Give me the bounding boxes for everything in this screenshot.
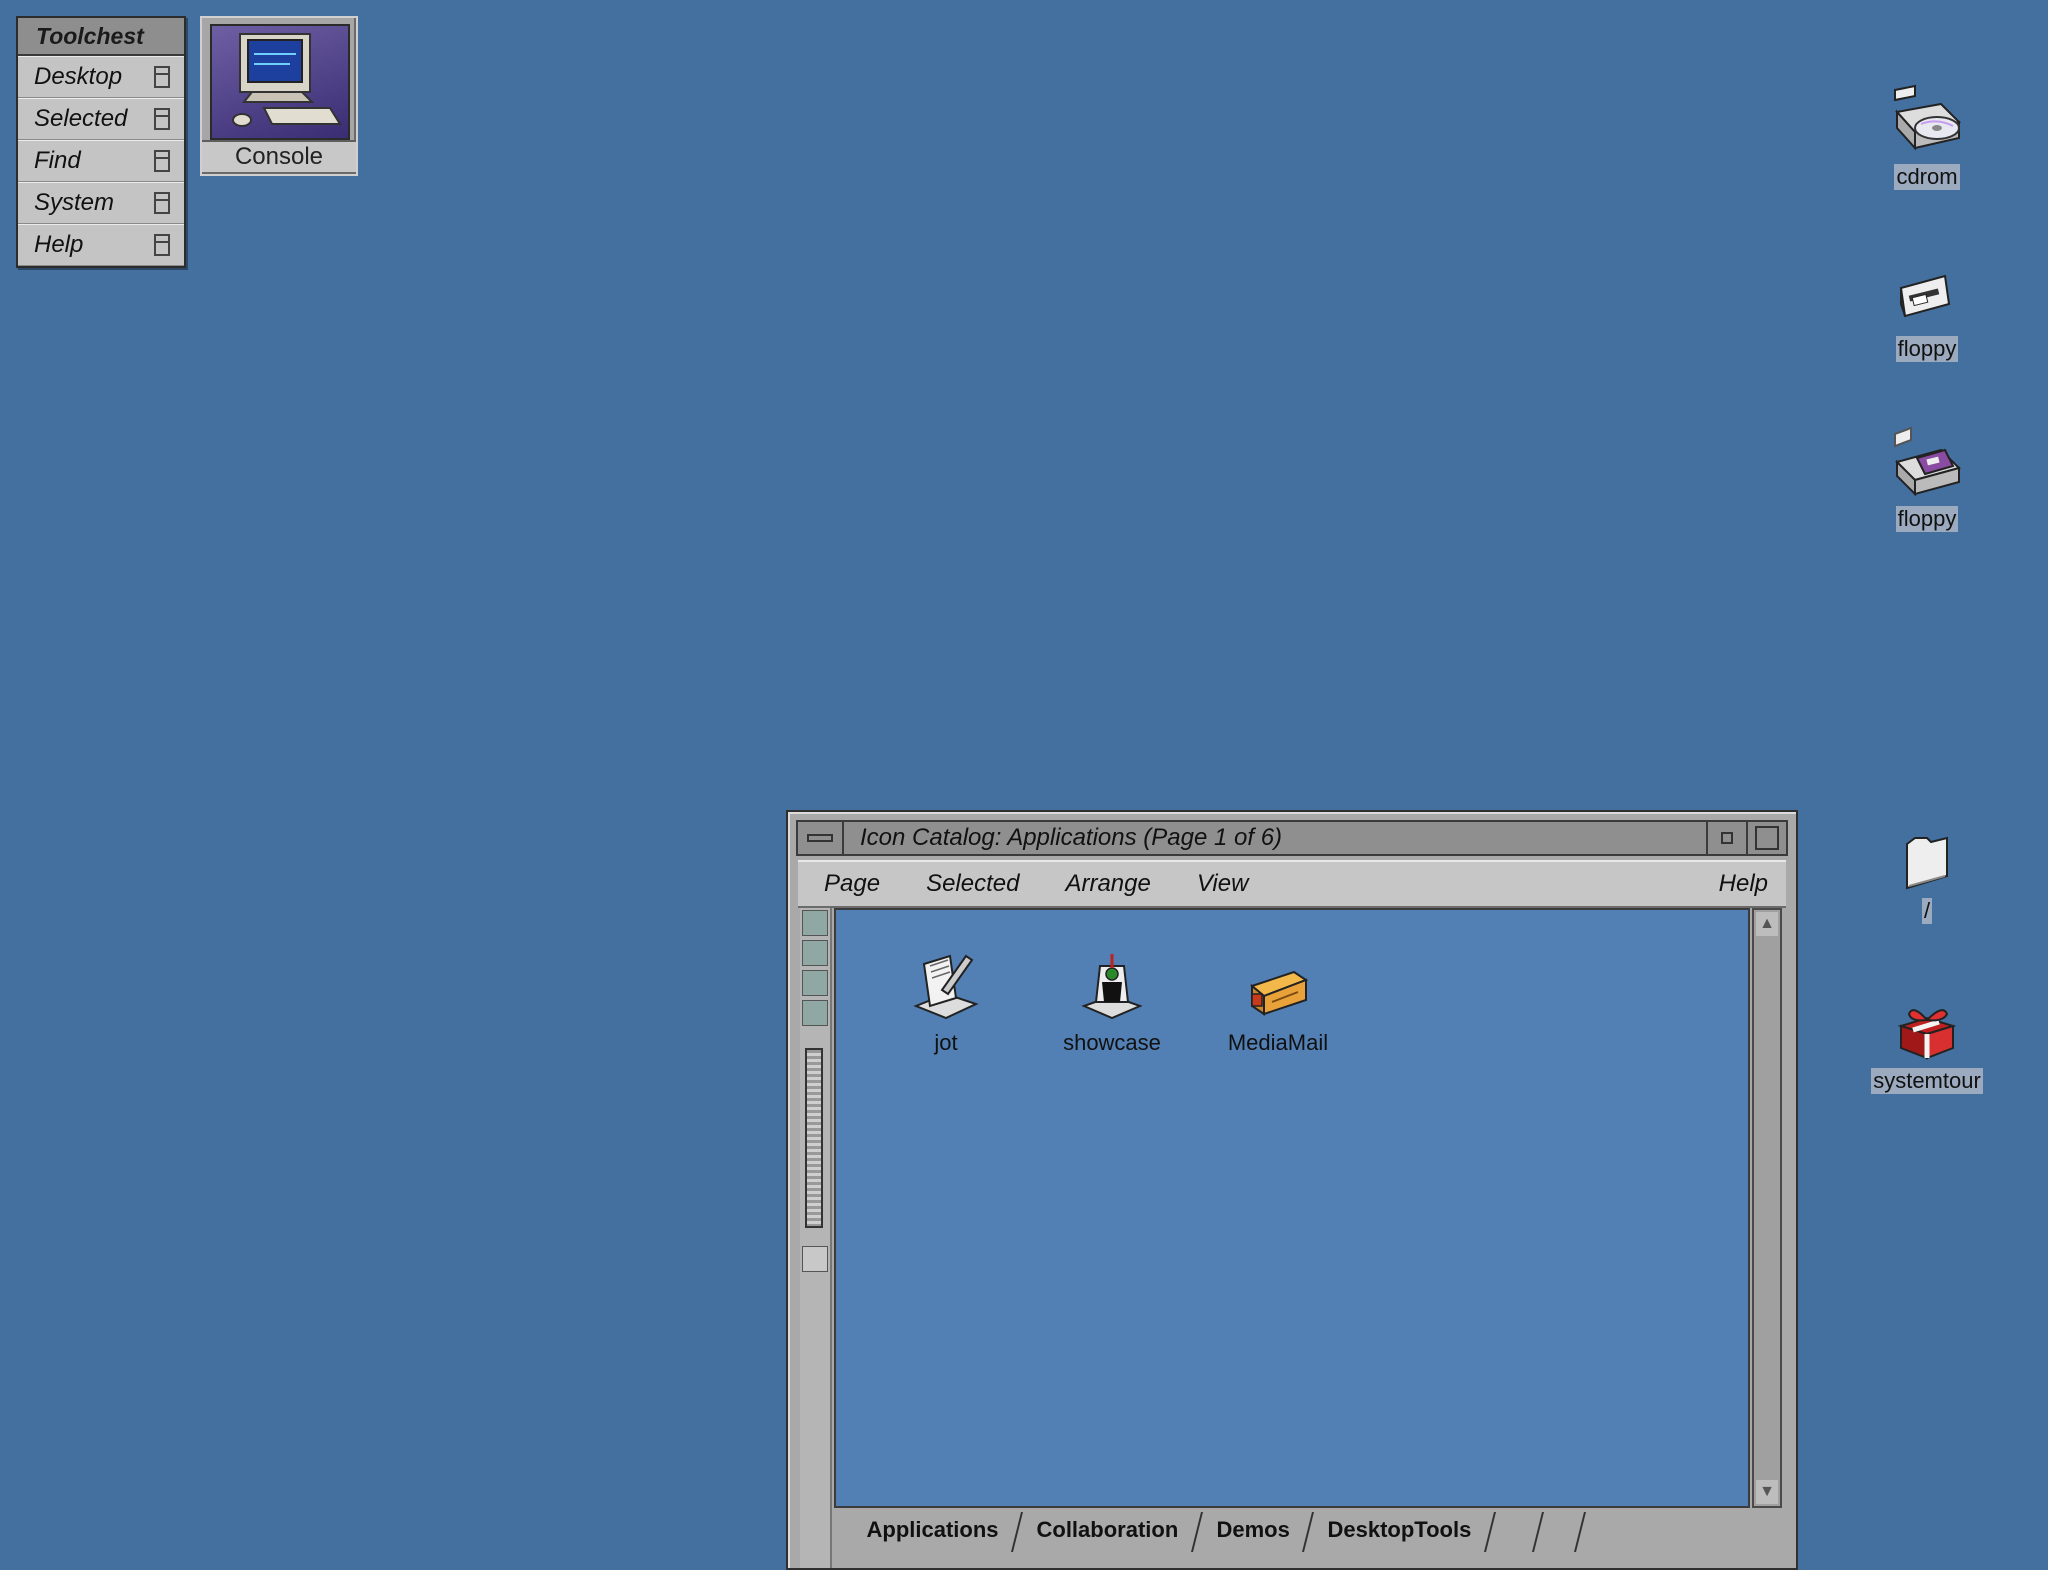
- toolchest-item-label: System: [34, 189, 115, 216]
- floppy-icon: [1899, 274, 1951, 318]
- window-titlebar[interactable]: Icon Catalog: Applications (Page 1 of 6): [796, 820, 1788, 856]
- desktop-icon-systemtour[interactable]: systemtour: [1852, 996, 2002, 1094]
- menu-page[interactable]: Page: [824, 870, 880, 898]
- gift-icon: [1897, 1009, 1957, 1060]
- view-toolstrip: [800, 908, 832, 1568]
- window-menu-button[interactable]: [798, 822, 844, 854]
- minimize-button[interactable]: [1706, 822, 1746, 854]
- toolchest-item-system[interactable]: System: [18, 182, 184, 224]
- desktop-icon-cdrom[interactable]: cdrom: [1852, 82, 2002, 190]
- icon-size-slider[interactable]: [805, 1048, 823, 1228]
- catalog-icon-jot[interactable]: jot: [876, 946, 1016, 1056]
- folder-icon: [1906, 836, 1948, 890]
- tab-collaboration[interactable]: Collaboration: [1011, 1512, 1201, 1552]
- toolchest-title[interactable]: Toolchest: [18, 18, 184, 56]
- icon-view-button[interactable]: [802, 910, 828, 936]
- tab-label: Collaboration: [1036, 1517, 1179, 1542]
- menu-arrange[interactable]: Arrange: [1065, 870, 1150, 898]
- tab-label: Demos: [1216, 1517, 1290, 1542]
- jot-notepad-icon: [913, 954, 979, 1020]
- submenu-icon: [154, 108, 170, 130]
- catalog-content-area: jot showcase MediaMail: [834, 908, 1750, 1508]
- window-menu-icon: [807, 834, 833, 842]
- showcase-icon: [1081, 954, 1143, 1020]
- maximize-icon: [1755, 826, 1779, 850]
- catalog-icon-label: jot: [934, 1030, 958, 1055]
- toolchest-item-help[interactable]: Help: [18, 224, 184, 266]
- scroll-up-button[interactable]: ▲: [1756, 912, 1778, 936]
- tab-applications[interactable]: Applications: [843, 1512, 1021, 1552]
- icon-catalog-window: Icon Catalog: Applications (Page 1 of 6)…: [786, 810, 1798, 1570]
- toolchest-item-label: Help: [34, 231, 84, 258]
- catalog-icon-label: showcase: [1063, 1030, 1161, 1055]
- size-reset-button[interactable]: [802, 1246, 828, 1272]
- desktop-icon-label: floppy: [1895, 506, 1959, 532]
- submenu-icon: [154, 66, 170, 88]
- desktop-icon-floppy-2[interactable]: floppy: [1852, 424, 2002, 532]
- cdrom-icon: [1894, 84, 1961, 151]
- vertical-scrollbar[interactable]: ▲ ▼: [1752, 908, 1782, 1508]
- floppy-icon: [1894, 426, 1961, 497]
- tab-desktoptools[interactable]: DesktopTools: [1302, 1512, 1494, 1552]
- catalog-icon-mediamail[interactable]: MediaMail: [1208, 946, 1348, 1056]
- column-view-button[interactable]: [802, 970, 828, 996]
- toolchest: Toolchest Desktop Selected Find System H…: [16, 16, 186, 268]
- toolchest-item-find[interactable]: Find: [18, 140, 184, 182]
- arrow-down-icon: ▼: [1759, 1483, 1775, 1500]
- arrow-up-icon: ▲: [1759, 915, 1775, 932]
- face-view-button[interactable]: [802, 1000, 828, 1026]
- menu-selected[interactable]: Selected: [926, 870, 1019, 898]
- maximize-button[interactable]: [1746, 822, 1786, 854]
- list-view-button[interactable]: [802, 940, 828, 966]
- tab-label: DesktopTools: [1327, 1517, 1472, 1542]
- toolchest-item-label: Find: [34, 147, 81, 174]
- menu-view[interactable]: View: [1197, 870, 1249, 898]
- toolchest-item-label: Desktop: [34, 63, 123, 90]
- tab-label: Applications: [866, 1517, 999, 1542]
- desktop-icon-root-folder[interactable]: /: [1852, 826, 2002, 924]
- tab-more-3[interactable]: [1573, 1512, 1626, 1552]
- desktop-icon-floppy[interactable]: floppy: [1852, 264, 2002, 362]
- toolchest-item-desktop[interactable]: Desktop: [18, 56, 184, 98]
- desktop-icon-label: cdrom: [1894, 164, 1960, 190]
- catalog-icon-showcase[interactable]: showcase: [1042, 946, 1182, 1056]
- submenu-icon: [154, 150, 170, 172]
- console-icon-tile[interactable]: Console: [200, 16, 358, 176]
- submenu-icon: [154, 192, 170, 214]
- submenu-icon: [154, 234, 170, 256]
- minimize-icon: [1721, 832, 1733, 844]
- mailbox-icon: [1249, 970, 1309, 1016]
- console-monitor-icon: [210, 24, 350, 140]
- catalog-icon-label: MediaMail: [1227, 1030, 1329, 1055]
- window-menubar: Page Selected Arrange View Help: [798, 860, 1786, 908]
- console-label: Console: [202, 140, 356, 172]
- toolchest-item-label: Selected: [34, 105, 128, 132]
- scroll-down-button[interactable]: ▼: [1756, 1480, 1778, 1504]
- tab-demos[interactable]: Demos: [1190, 1512, 1313, 1552]
- desktop-icon-label: /: [1921, 898, 1933, 924]
- menu-help[interactable]: Help: [1719, 870, 1768, 898]
- desktop-icon-label: systemtour: [1871, 1068, 1983, 1094]
- window-title: Icon Catalog: Applications (Page 1 of 6): [860, 824, 1283, 851]
- toolchest-item-selected[interactable]: Selected: [18, 98, 184, 140]
- catalog-page-tabs: Applications Collaboration Demos Desktop…: [834, 1512, 1750, 1552]
- desktop-icon-label: floppy: [1895, 336, 1959, 362]
